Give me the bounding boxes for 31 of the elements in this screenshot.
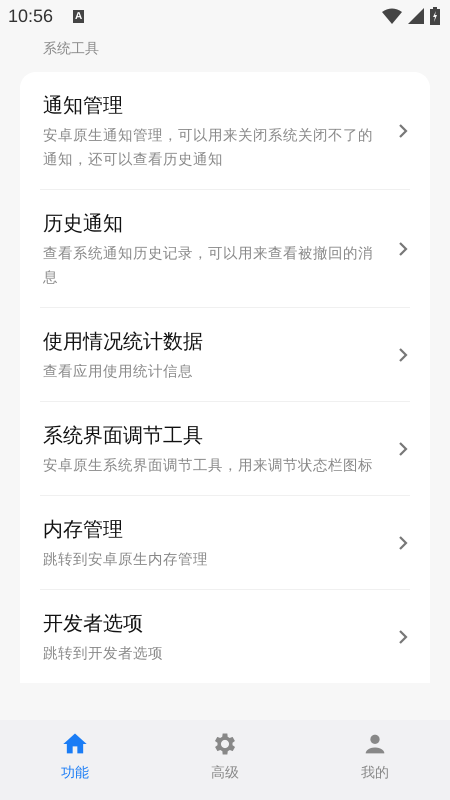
chevron-icon [398, 629, 408, 645]
section-title: 系统工具 [42, 40, 100, 59]
list-item[interactable]: 内存管理 跳转到安卓原生内存管理 [40, 495, 410, 589]
item-description: 跳转到安卓原生内存管理 [43, 550, 209, 570]
nav-tab[interactable]: 功能 [0, 720, 150, 800]
status-time: 10:56 [8, 6, 54, 26]
signal-icon [408, 8, 424, 24]
item-title: 系统界面调节工具 [43, 422, 204, 449]
wifi-icon [382, 8, 402, 24]
item-description: 安卓原生系统界面调节工具，用来调节状态栏图标 [43, 456, 374, 476]
item-description: 跳转到开发者选项 [43, 645, 164, 664]
item-title: 通知管理 [43, 92, 124, 119]
chevron-icon [398, 241, 408, 257]
notification-icon: A [73, 10, 84, 22]
item-title: 开发者选项 [43, 610, 144, 637]
item-title: 使用情况统计数据 [43, 328, 204, 355]
item-description: 查看系统通知历史记录，可以用来查看被撤回的消息 [43, 245, 374, 288]
item-description: 安卓原生通知管理，可以用来关闭系统关闭不了的通知，还可以查看历史通知 [43, 126, 374, 170]
chevron-icon [398, 123, 408, 139]
list-item[interactable]: 系统界面调节工具 安卓原生系统界面调节工具，用来调节状态栏图标 [40, 401, 410, 495]
list-item[interactable]: 使用情况统计数据 查看应用使用统计信息 [40, 307, 410, 401]
chevron-icon [398, 441, 408, 457]
item-description: 查看应用使用统计信息 [43, 362, 194, 382]
list-item[interactable]: 历史通知 查看系统通知历史记录，可以用来查看被撤回的消息 [40, 189, 410, 307]
chevron-icon [398, 347, 408, 363]
item-title: 历史通知 [43, 210, 124, 237]
chevron-icon [398, 535, 408, 551]
battery-icon [430, 7, 440, 25]
list-item[interactable]: 通知管理 安卓原生通知管理，可以用来关闭系统关闭不了的通知，还可以查看历史通知 [40, 72, 410, 189]
item-title: 内存管理 [43, 516, 124, 543]
list-item[interactable]: 开发者选项 跳转到开发者选项 [40, 589, 410, 683]
